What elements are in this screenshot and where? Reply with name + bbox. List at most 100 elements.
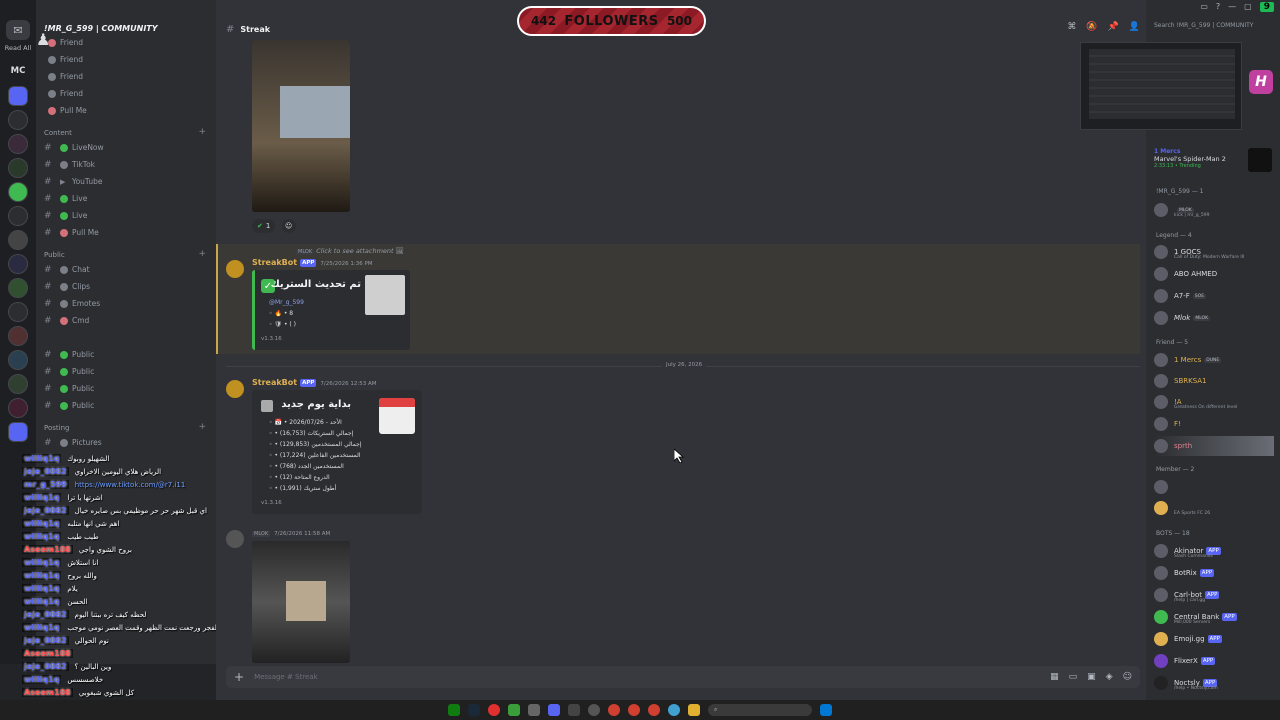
chrome-icon[interactable] (608, 704, 620, 716)
bot-item[interactable]: Akinator APP Slash Commands (1154, 541, 1221, 561)
reaction-check[interactable]: ✔ 1 (252, 219, 276, 233)
settings-icon[interactable] (528, 704, 540, 716)
add-channel-icon[interactable]: + (198, 422, 206, 432)
maximize-icon[interactable]: ▢ (1244, 2, 1252, 12)
channel-cmd[interactable]: # Cmd (44, 312, 89, 329)
server-icon[interactable] (8, 302, 28, 322)
chrome-icon[interactable] (648, 704, 660, 716)
member-item[interactable]: !A Greatness On different level (1154, 392, 1237, 412)
channel-public[interactable]: # Public (44, 380, 94, 397)
server-icon[interactable] (8, 422, 28, 442)
server-icon[interactable] (8, 206, 28, 226)
channel-chat[interactable]: # Chat (44, 261, 90, 278)
server-icon[interactable] (8, 350, 28, 370)
channel-friend[interactable]: Friend (44, 68, 83, 85)
taskbar-search[interactable]: ⌕ (708, 704, 812, 716)
members-icon[interactable]: 👤 (1129, 22, 1140, 32)
channel-friend[interactable]: Friend (44, 34, 83, 51)
folder-icon[interactable] (688, 704, 700, 716)
member-item[interactable]: A7-F SOE (1154, 286, 1207, 306)
member-item[interactable]: Mlok MLOK (1154, 308, 1211, 328)
member-item[interactable]: 1 Mercs DUNE (1154, 350, 1222, 370)
user-avatar[interactable] (226, 530, 244, 548)
message-input[interactable] (254, 673, 855, 681)
bot-avatar[interactable] (226, 380, 244, 398)
server-icon[interactable] (8, 86, 28, 106)
channel-emotes[interactable]: # Emotes (44, 295, 100, 312)
channel-friend[interactable]: Friend (44, 85, 83, 102)
server-icon[interactable] (8, 278, 28, 298)
message-author[interactable]: StreakBot APP 7/25/2026 1:36 PM (252, 258, 373, 267)
apps-icon[interactable]: ▦ (1050, 672, 1059, 682)
member-item[interactable]: 1 GOCS Call of Duty: Modern Warfare III (1154, 242, 1244, 262)
add-reaction-icon[interactable]: ☺ (282, 219, 296, 233)
member-item[interactable]: ABO AHMED (1154, 264, 1217, 284)
server-icon[interactable] (8, 374, 28, 394)
read-all-button[interactable]: Read All (5, 44, 31, 52)
server-icon[interactable] (8, 182, 28, 202)
app-icon[interactable] (588, 704, 600, 716)
message-author[interactable]: MLOK 7/26/2026 11:58 AM (252, 528, 330, 537)
member-owner[interactable]: MLOK kick | mr_g_599 (1154, 200, 1210, 220)
bot-item[interactable]: Carl-bot APP/help | carl.gg (1154, 585, 1220, 605)
member-item[interactable] (1154, 477, 1174, 497)
emoji-icon[interactable]: ☺ (1123, 672, 1132, 682)
attachment-image[interactable] (252, 40, 350, 212)
threads-icon[interactable]: ⌘ (1067, 22, 1076, 32)
mute-icon[interactable]: 🔕 (1086, 22, 1097, 32)
gift-icon[interactable]: ▭ (1069, 672, 1078, 682)
server-icon[interactable] (8, 134, 28, 154)
bot-item[interactable]: Noctsly APP/help • Noctsly.com (1154, 673, 1218, 693)
gif-icon[interactable]: ▣ (1087, 672, 1096, 682)
bot-item[interactable]: BotRix APP (1154, 563, 1215, 583)
upload-plus-icon[interactable]: + (234, 670, 244, 684)
channel-public[interactable]: # Public (44, 346, 94, 363)
channel-public[interactable]: # Public (44, 363, 94, 380)
app-icon[interactable] (568, 704, 580, 716)
server-icon[interactable] (8, 230, 28, 250)
message-author[interactable]: StreakBot APP 7/26/2026 12:53 AM (252, 378, 376, 387)
member-item[interactable]: EA Sports FC 26 (1154, 498, 1210, 518)
inbox-icon[interactable]: ▭ (1200, 2, 1208, 12)
channel-livenow[interactable]: # LiveNow (44, 139, 104, 156)
channel-live[interactable]: # Live (44, 207, 87, 224)
discord-icon[interactable] (548, 704, 560, 716)
steam-icon[interactable] (468, 704, 480, 716)
reply-preview[interactable]: MLOK Click to see attachment 🖼 (296, 247, 404, 255)
server-icon[interactable] (8, 398, 28, 418)
attachment-image[interactable] (252, 541, 350, 663)
chrome-icon[interactable] (628, 704, 640, 716)
channel-tiktok[interactable]: # TikTok (44, 156, 95, 173)
bot-item[interactable]: FlixerX APP (1154, 651, 1216, 671)
sticker-icon[interactable]: ◈ (1106, 672, 1113, 682)
channel-youtube[interactable]: # ▶ YouTube (44, 173, 103, 190)
channel-live[interactable]: # Live (44, 190, 87, 207)
activity-card[interactable]: 1 Mercs Marvel's Spider-Man 2 2:33:13 • … (1154, 148, 1272, 180)
edge-icon[interactable] (668, 704, 680, 716)
server-mc[interactable]: MC (11, 66, 26, 76)
add-channel-icon[interactable]: + (198, 127, 206, 137)
channel-pull-me[interactable]: # Pull Me (44, 224, 99, 241)
record-icon[interactable] (488, 704, 500, 716)
add-channel-icon[interactable]: + (198, 249, 206, 259)
excel-icon[interactable] (508, 704, 520, 716)
server-icon[interactable] (8, 326, 28, 346)
category-public[interactable]: Public (44, 251, 65, 259)
category-content[interactable]: Content (44, 129, 72, 137)
channel-pull-me[interactable]: Pull Me (44, 102, 87, 119)
pin-icon[interactable]: 📌 (1108, 22, 1119, 32)
embed-mention[interactable]: @Mr_g_599 (269, 299, 304, 306)
channel-pictures[interactable]: # Pictures (44, 434, 102, 451)
xbox-icon[interactable] (448, 704, 460, 716)
bot-avatar[interactable] (226, 260, 244, 278)
server-header[interactable]: !MR_G_599 | COMMUNITY (36, 0, 216, 33)
channel-friend[interactable]: Friend (44, 51, 83, 68)
minimize-icon[interactable]: — (1228, 2, 1236, 12)
bot-item[interactable]: Central Bank APP Mill,000 Servers (1154, 607, 1237, 627)
member-item[interactable]: F! (1154, 414, 1181, 434)
search-input[interactable]: Search !MR_G_599 | COMMUNITY (1154, 22, 1272, 36)
windows-start-icon[interactable] (820, 704, 832, 716)
help-icon[interactable]: ? (1216, 2, 1220, 12)
channel-public[interactable]: # Public (44, 397, 94, 414)
channel-clips[interactable]: # Clips (44, 278, 90, 295)
